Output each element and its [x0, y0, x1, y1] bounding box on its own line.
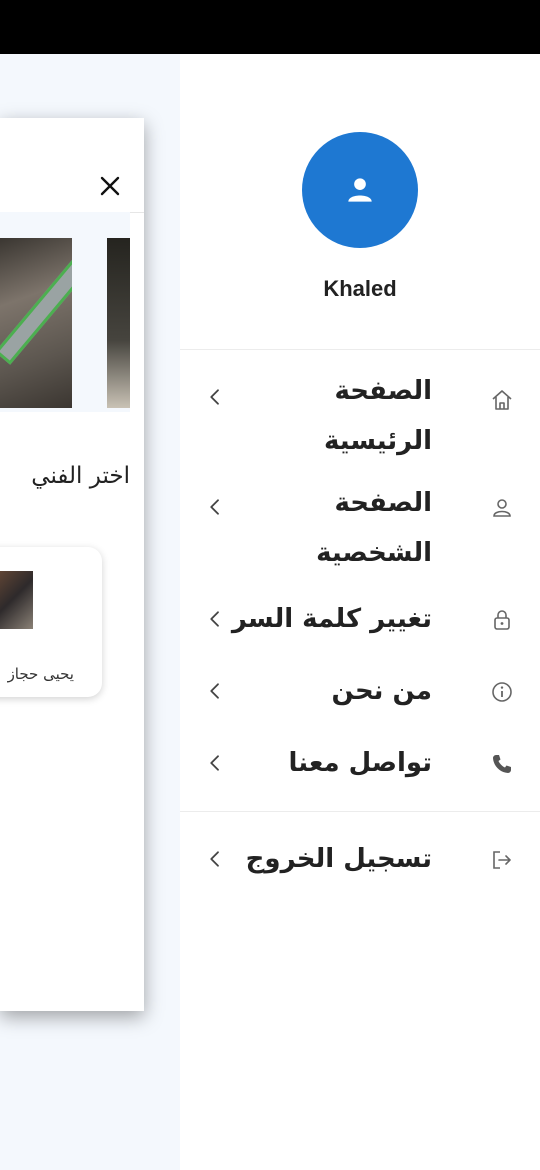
menu-item-contact-us[interactable]: تواصل معنا	[180, 740, 540, 786]
menu-item-about-us[interactable]: من نحن	[180, 668, 540, 714]
divider	[180, 349, 540, 350]
menu-item-label: تسجيل الخروج	[245, 844, 432, 874]
chevron-left-icon	[210, 499, 219, 515]
menu-item-logout[interactable]: تسجيل الخروج	[180, 836, 540, 882]
carousel-photo[interactable]	[0, 238, 72, 408]
carousel-photo[interactable]	[107, 238, 130, 408]
menu-item-label: الصفحة	[334, 376, 432, 406]
navigation-drawer: Khaled الصفحة الرئيسية الصفحة الشخصية تغ…	[180, 54, 540, 1170]
photo-carousel[interactable]	[0, 212, 130, 412]
section-title: اختر الفني	[31, 463, 130, 489]
chevron-left-icon	[210, 611, 219, 627]
menu-item-label: من نحن	[331, 676, 432, 706]
worker-card[interactable]: يحيى حجاز	[0, 547, 102, 697]
lock-icon	[494, 610, 510, 630]
menu-item-profile[interactable]: الصفحة الشخصية	[180, 480, 540, 576]
menu-item-label: الشخصية	[316, 538, 432, 568]
dialog-header	[0, 118, 144, 213]
menu-item-label: تغيير كلمة السر	[231, 604, 432, 634]
menu-item-home[interactable]: الصفحة الرئيسية	[180, 368, 540, 464]
home-icon	[492, 390, 512, 410]
menu-item-label: الرئيسية	[323, 426, 432, 456]
logout-icon	[493, 851, 511, 869]
chevron-left-icon	[210, 851, 219, 867]
dialog-card: اختر الفني يحيى حجاز	[0, 118, 144, 1011]
worker-photo	[0, 571, 33, 629]
close-icon[interactable]	[98, 174, 122, 198]
person-icon	[493, 499, 511, 517]
user-name: Khaled	[323, 276, 397, 301]
phone-icon	[493, 755, 511, 773]
divider	[180, 811, 540, 812]
worker-name: يحيى حجاز	[7, 665, 74, 683]
info-icon	[492, 682, 512, 702]
avatar[interactable]	[302, 132, 418, 248]
person-icon	[348, 178, 372, 202]
chevron-left-icon	[210, 755, 219, 771]
chevron-left-icon	[210, 389, 219, 405]
menu-item-label: الصفحة	[334, 488, 432, 518]
chevron-left-icon	[210, 683, 219, 699]
menu-item-change-password[interactable]: تغيير كلمة السر	[180, 596, 540, 642]
menu-item-label: تواصل معنا	[288, 748, 432, 778]
status-bar	[0, 0, 540, 54]
